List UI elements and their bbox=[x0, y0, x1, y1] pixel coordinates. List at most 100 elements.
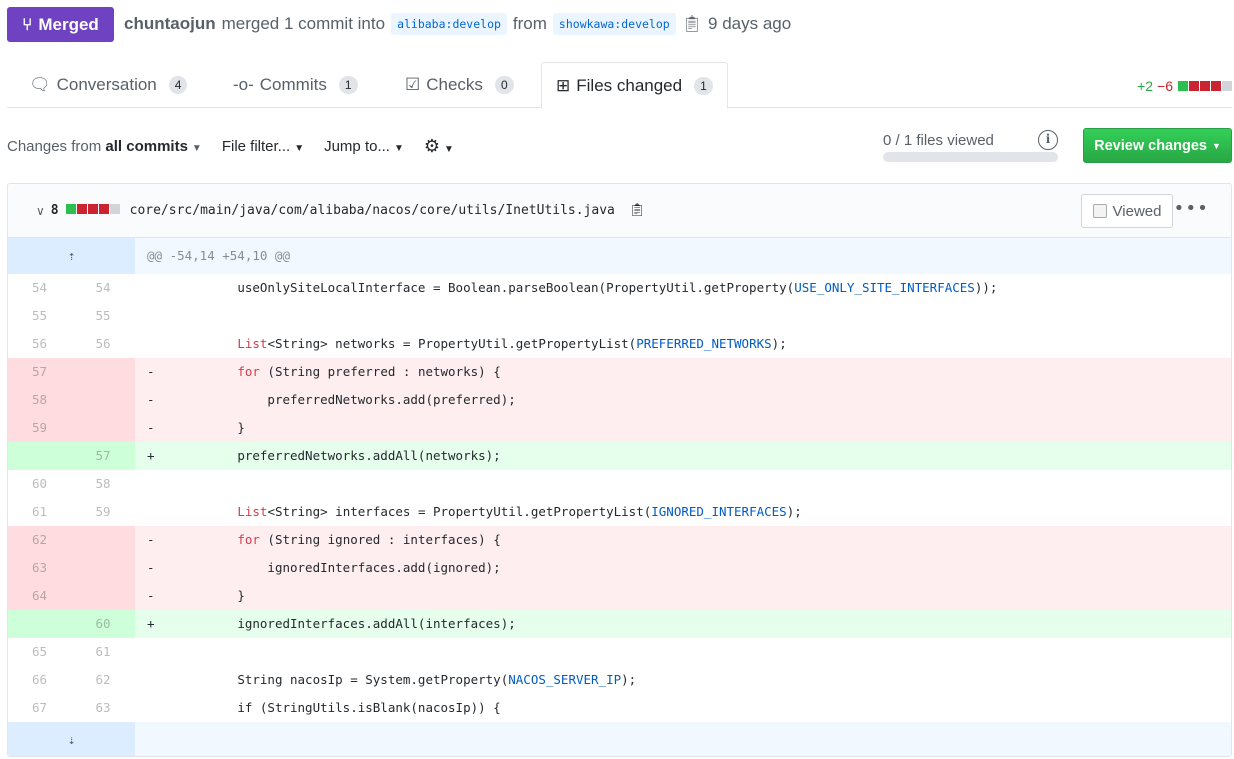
old-line-number[interactable] bbox=[8, 442, 71, 470]
diff-line-del: 62 - for (String ignored : interfaces) { bbox=[8, 526, 1231, 554]
changes-value: all commits bbox=[105, 138, 188, 155]
old-line-number[interactable]: 66 bbox=[8, 666, 71, 694]
old-line-number[interactable]: 62 bbox=[8, 526, 71, 554]
pr-meta: chuntaojun merged 1 commit into alibaba:… bbox=[124, 13, 791, 35]
from-text: from bbox=[512, 14, 547, 33]
file-changes-count: 8 bbox=[50, 203, 59, 218]
old-line-number[interactable]: 55 bbox=[8, 302, 71, 330]
diff-line-add: 57 + preferredNetworks.addAll(networks); bbox=[8, 442, 1231, 470]
code-token: (String ignored : interfaces) { bbox=[259, 532, 501, 547]
code-line: - for (String preferred : networks) { bbox=[135, 358, 1231, 386]
file-path[interactable]: core/src/main/java/com/alibaba/nacos/cor… bbox=[130, 203, 615, 218]
new-line-number[interactable] bbox=[71, 386, 135, 414]
diff-marker: - bbox=[147, 392, 178, 407]
diffstat-block-del bbox=[1200, 81, 1210, 91]
merge-action-text: merged 1 commit into bbox=[221, 14, 386, 33]
deletions-count: −6 bbox=[1157, 78, 1173, 94]
code-line: + ignoredInterfaces.addAll(interfaces); bbox=[135, 610, 1231, 638]
diff-line-ctx: 55 55 bbox=[8, 302, 1231, 330]
review-label: Review changes bbox=[1094, 137, 1207, 154]
new-line-number[interactable]: 61 bbox=[71, 638, 135, 666]
code-token: )); bbox=[974, 280, 998, 295]
caret-down-icon: ▼ bbox=[294, 143, 305, 154]
old-line-number[interactable]: 60 bbox=[8, 470, 71, 498]
more-options-icon[interactable]: ••• bbox=[1173, 198, 1209, 219]
diffstat-block-del bbox=[87, 204, 98, 214]
expand-down-icon[interactable]: ⇣ bbox=[8, 722, 135, 756]
git-merge-icon: ⑂ bbox=[22, 14, 33, 34]
expand-up-icon[interactable]: ⇡ bbox=[8, 238, 135, 274]
old-line-number[interactable]: 56 bbox=[8, 330, 71, 358]
diff-marker bbox=[147, 700, 177, 715]
old-line-number[interactable]: 59 bbox=[8, 414, 71, 442]
new-line-number[interactable]: 57 bbox=[71, 442, 135, 470]
changes-from-dropdown[interactable]: Changes from all commits ▼ bbox=[7, 138, 202, 155]
new-line-number[interactable] bbox=[71, 526, 135, 554]
old-line-number[interactable]: 65 bbox=[8, 638, 71, 666]
timestamp[interactable]: 9 days ago bbox=[708, 14, 791, 34]
diffstat-block-del bbox=[76, 204, 87, 214]
diffstat-block-del bbox=[98, 204, 109, 214]
diff-line-del: 64 - } bbox=[8, 582, 1231, 610]
file-diff: ∨ 8 core/src/main/java/com/alibaba/nacos… bbox=[7, 183, 1232, 757]
new-line-number[interactable]: 62 bbox=[71, 666, 135, 694]
tab-conversation[interactable]: 🗨︎ Conversation 4 bbox=[15, 62, 201, 108]
new-line-number[interactable]: 55 bbox=[71, 302, 135, 330]
old-line-number[interactable] bbox=[8, 610, 71, 638]
code-token: } bbox=[177, 588, 245, 603]
head-branch[interactable]: showkawa:develop bbox=[552, 13, 676, 35]
viewed-checkbox[interactable] bbox=[1092, 204, 1107, 218]
file-filter-label: File filter... bbox=[221, 138, 291, 155]
review-changes-button[interactable]: Review changes ▼ bbox=[1083, 128, 1232, 163]
diff-marker: - bbox=[147, 532, 178, 547]
diff-line-del: 59 - } bbox=[8, 414, 1231, 442]
new-line-number[interactable]: 60 bbox=[71, 610, 135, 638]
new-line-number[interactable]: 59 bbox=[71, 498, 135, 526]
pr-tabs: 🗨︎ Conversation 4 -o- Commits 1 ☑︎ Checks 0 ⊞ F… bbox=[7, 62, 1232, 109]
new-line-number[interactable] bbox=[71, 554, 135, 582]
new-line-number[interactable] bbox=[71, 414, 135, 442]
old-line-number[interactable]: 67 bbox=[8, 694, 71, 722]
old-line-number[interactable]: 64 bbox=[8, 582, 71, 610]
tab-files-changed[interactable]: ⊞ Files changed 1 bbox=[541, 62, 728, 109]
new-line-number[interactable]: 58 bbox=[71, 470, 135, 498]
code-token: useOnlySiteLocalInterface = Boolean.pars… bbox=[177, 280, 795, 295]
viewed-checkbox-button[interactable]: Viewed bbox=[1081, 194, 1173, 228]
code-token: for bbox=[237, 532, 260, 547]
base-branch[interactable]: alibaba:develop bbox=[391, 13, 507, 35]
tab-commits[interactable]: -o- Commits 1 bbox=[219, 62, 372, 108]
file-filter-dropdown[interactable]: File filter... ▼ bbox=[222, 138, 304, 155]
diff-marker bbox=[147, 336, 177, 351]
settings-dropdown[interactable]: ⚙ ▼ bbox=[424, 136, 454, 157]
collapse-chevron-icon[interactable]: ∨ bbox=[36, 204, 45, 218]
new-line-number[interactable]: 63 bbox=[71, 694, 135, 722]
diff-line-ctx: 65 61 bbox=[8, 638, 1231, 666]
gear-icon: ⚙ bbox=[423, 136, 440, 156]
code-token: NACOS_SERVER_IP bbox=[508, 672, 622, 687]
copy-clipboard-icon[interactable]: 📋︎ bbox=[682, 14, 702, 34]
new-line-number[interactable] bbox=[71, 358, 135, 386]
jump-to-dropdown[interactable]: Jump to... ▼ bbox=[324, 138, 404, 155]
old-line-number[interactable]: 58 bbox=[8, 386, 71, 414]
old-line-number[interactable]: 63 bbox=[8, 554, 71, 582]
info-icon[interactable]: i bbox=[1038, 130, 1058, 150]
new-line-number[interactable]: 56 bbox=[71, 330, 135, 358]
new-line-number[interactable] bbox=[71, 582, 135, 610]
new-line-number[interactable]: 54 bbox=[71, 274, 135, 302]
diff-line-del: 57 - for (String preferred : networks) { bbox=[8, 358, 1231, 386]
hunk-footer-fill bbox=[135, 722, 1231, 756]
old-line-number[interactable]: 57 bbox=[8, 358, 71, 386]
old-line-number[interactable]: 54 bbox=[8, 274, 71, 302]
diff-marker: - bbox=[147, 588, 178, 603]
code-line: useOnlySiteLocalInterface = Boolean.pars… bbox=[135, 274, 1231, 302]
author-link[interactable]: chuntaojun bbox=[124, 14, 216, 34]
tab-checks[interactable]: ☑︎ Checks 0 bbox=[391, 62, 528, 108]
diff-line-ctx: 67 63 if (StringUtils.isBlank(nacosIp)) { bbox=[8, 694, 1231, 722]
code-line: - } bbox=[135, 414, 1231, 442]
diff-marker: + bbox=[147, 616, 178, 631]
old-line-number[interactable]: 61 bbox=[8, 498, 71, 526]
diffstat: +2 −6 bbox=[1137, 78, 1232, 94]
copy-path-icon[interactable]: 📋︎ bbox=[629, 203, 646, 218]
